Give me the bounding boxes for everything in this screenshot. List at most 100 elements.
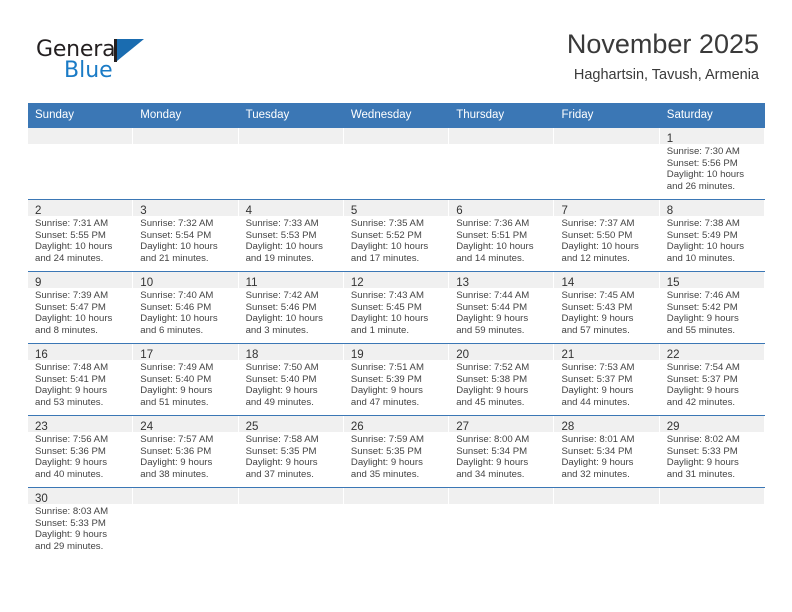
day-details: Sunrise: 7:52 AM Sunset: 5:38 PM Daylight:… [449,360,554,408]
day-details: Sunrise: 8:02 AM Sunset: 5:33 PM Daylight:… [660,432,765,480]
calendar-day-cell[interactable]: 2 Sunrise: 7:31 AM Sunset: 5:55 PM Daylight… [28,199,134,272]
calendar-day-cell[interactable]: 25 Sunrise: 7:58 AM Sunset: 5:35 PM Dayligh… [238,415,344,488]
calendar-day-cell[interactable]: 14 Sunrise: 7:45 AM Sunset: 5:43 PM Dayligh… [554,271,660,344]
sunrise-text: Sunrise: 7:53 AM [561,362,635,373]
calendar-day-cell[interactable]: 23 Sunrise: 7:56 AM Sunset: 5:36 PM Dayligh… [28,415,134,488]
calendar-day-cell[interactable]: 4 Sunrise: 7:33 AM Sunset: 5:53 PM Daylight… [238,199,344,272]
daylight-text-line2: and 37 minutes. [245,468,314,480]
daylight-text-line2: and 10 minutes. [666,252,736,264]
calendar-day-cell[interactable]: 12 Sunrise: 7:43 AM Sunset: 5:45 PM Dayligh… [343,271,450,344]
day-details: Sunrise: 7:40 AM Sunset: 5:46 PM Daylight:… [133,288,238,336]
day-number: 5 [350,205,358,217]
day-number: 18 [245,349,259,361]
calendar-day-cell[interactable]: 15 Sunrise: 7:46 AM Sunset: 5:42 PM Dayligh… [659,271,766,344]
calendar-day-cell[interactable]: 7 Sunrise: 7:37 AM Sunset: 5:50 PM Daylight… [554,199,660,272]
calendar-cell-empty [238,487,344,560]
day-details: Sunrise: 7:45 AM Sunset: 5:43 PM Daylight:… [554,288,659,336]
weekday-header-tuesday: Tuesday [238,103,344,128]
day-box [554,488,660,560]
day-box: 2 Sunrise: 7:31 AM Sunset: 5:55 PM Daylight… [28,200,134,271]
calendar-day-cell[interactable]: 6 Sunrise: 7:36 AM Sunset: 5:51 PM Daylight… [449,199,555,272]
sunset-text: Sunset: 5:38 PM [456,373,528,385]
day-number: 6 [456,205,463,217]
calendar-day-cell[interactable]: 20 Sunrise: 7:52 AM Sunset: 5:38 PM Dayligh… [449,343,555,416]
daylight-text-line1: Daylight: 9 hours [561,457,634,469]
calendar-day-cell[interactable]: 17 Sunrise: 7:49 AM Sunset: 5:40 PM Dayligh… [133,343,239,416]
daylight-text-line1: Daylight: 9 hours [350,385,423,397]
sunset-text: Sunset: 5:43 PM [561,301,633,313]
daylight-text-line2: and 24 minutes. [35,252,104,264]
calendar-week-row: 1 Sunrise: 7:30 AM Sunset: 5:56 PM Daylight… [28,127,766,200]
day-details: Sunrise: 7:53 AM Sunset: 5:37 PM Daylight:… [554,360,659,408]
day-box: 7 Sunrise: 7:37 AM Sunset: 5:50 PM Daylight… [554,200,660,271]
calendar-cell-empty [343,487,450,560]
calendar-day-cell[interactable]: 9 Sunrise: 7:39 AM Sunset: 5:47 PM Daylight… [28,271,134,344]
day-number-band [554,488,660,504]
sunset-text: Sunset: 5:40 PM [245,373,317,385]
calendar-day-cell[interactable]: 11 Sunrise: 7:42 AM Sunset: 5:46 PM Dayligh… [238,271,344,344]
daylight-text-line2: and 55 minutes. [666,324,736,336]
day-number: 23 [35,421,48,433]
calendar-day-cell[interactable]: 29 Sunrise: 8:02 AM Sunset: 5:33 PM Dayligh… [659,415,766,488]
day-number: 21 [561,349,575,361]
calendar-cell-empty [28,127,134,200]
calendar-day-cell[interactable]: 16 Sunrise: 7:48 AM Sunset: 5:41 PM Dayligh… [28,343,134,416]
calendar-day-cell[interactable]: 24 Sunrise: 7:57 AM Sunset: 5:36 PM Dayligh… [133,415,239,488]
sunset-text: Sunset: 5:34 PM [561,445,633,457]
day-box: 18 Sunrise: 7:50 AM Sunset: 5:40 PM Dayligh… [238,344,344,415]
page-header: General Blue November 2025 Haghartsin, T… [0,0,792,103]
day-number: 20 [456,349,469,361]
day-details: Sunrise: 7:59 AM Sunset: 5:35 PM Daylight:… [344,432,449,480]
day-number-band: 24 [133,416,239,433]
weekday-header-thursday: Thursday [449,103,555,128]
day-box [28,128,134,199]
calendar-day-cell[interactable]: 8 Sunrise: 7:38 AM Sunset: 5:49 PM Daylight… [659,199,766,272]
calendar-cell-empty [238,127,344,200]
general-blue-logo[interactable]: General Blue [36,38,166,88]
calendar-day-cell[interactable]: 30 Sunrise: 8:03 AM Sunset: 5:33 PM Dayligh… [28,487,134,560]
day-number-band [449,128,555,144]
sunrise-text: Sunrise: 8:03 AM [35,506,109,517]
day-details: Sunrise: 7:35 AM Sunset: 5:52 PM Daylight:… [344,216,449,264]
calendar-day-cell[interactable]: 13 Sunrise: 7:44 AM Sunset: 5:44 PM Dayligh… [449,271,555,344]
daylight-text-line2: and 53 minutes. [35,396,104,408]
calendar-day-cell[interactable]: 3 Sunrise: 7:32 AM Sunset: 5:54 PM Daylight… [133,199,239,272]
daylight-text-line2: and 34 minutes. [456,468,525,480]
day-number-band: 6 [449,200,555,217]
day-number: 26 [350,421,364,433]
day-number: 2 [35,205,42,217]
sunrise-text: Sunrise: 7:31 AM [35,218,109,229]
calendar-day-cell[interactable]: 27 Sunrise: 8:00 AM Sunset: 5:34 PM Dayligh… [449,415,555,488]
calendar-day-cell[interactable]: 5 Sunrise: 7:35 AM Sunset: 5:52 PM Daylight… [343,199,450,272]
day-number: 29 [666,421,680,433]
daylight-text-line2: and 59 minutes. [456,324,525,336]
calendar-day-cell[interactable]: 28 Sunrise: 8:01 AM Sunset: 5:34 PM Dayligh… [554,415,660,488]
sunrise-text: Sunrise: 7:33 AM [245,218,319,229]
daylight-text-line1: Daylight: 9 hours [245,457,318,469]
day-number-band [133,128,239,144]
daylight-text-line2: and 17 minutes. [350,252,420,264]
calendar-day-cell[interactable]: 18 Sunrise: 7:50 AM Sunset: 5:40 PM Dayligh… [238,343,344,416]
calendar-day-cell[interactable]: 21 Sunrise: 7:53 AM Sunset: 5:37 PM Dayligh… [554,343,660,416]
day-number: 13 [456,277,469,289]
sunrise-text: Sunrise: 7:59 AM [350,434,424,445]
calendar-day-cell[interactable]: 26 Sunrise: 7:59 AM Sunset: 5:35 PM Dayligh… [343,415,450,488]
day-box: 26 Sunrise: 7:59 AM Sunset: 5:35 PM Dayligh… [343,416,450,487]
day-number: 22 [666,349,680,361]
calendar-day-cell[interactable]: 1 Sunrise: 7:30 AM Sunset: 5:56 PM Daylight… [659,127,766,200]
page-title: November 2025 [566,29,759,59]
sunrise-text: Sunrise: 8:02 AM [666,434,740,445]
sunset-text: Sunset: 5:33 PM [35,517,106,529]
calendar-day-cell[interactable]: 22 Sunrise: 7:54 AM Sunset: 5:37 PM Dayligh… [659,343,766,416]
daylight-text-line2: and 26 minutes. [666,180,736,192]
day-number-band: 22 [659,344,766,361]
day-details: Sunrise: 7:48 AM Sunset: 5:41 PM Daylight:… [28,360,133,408]
calendar-day-cell[interactable]: 10 Sunrise: 7:40 AM Sunset: 5:46 PM Dayligh… [133,271,239,344]
calendar-day-cell[interactable]: 19 Sunrise: 7:51 AM Sunset: 5:39 PM Dayligh… [343,343,450,416]
day-box: 6 Sunrise: 7:36 AM Sunset: 5:51 PM Daylight… [449,200,555,271]
sunset-text: Sunset: 5:42 PM [666,301,738,313]
daylight-text-line1: Daylight: 9 hours [140,457,213,469]
sunset-text: Sunset: 5:33 PM [666,445,738,457]
daylight-text-line1: Daylight: 10 hours [140,313,218,325]
sunset-text: Sunset: 5:37 PM [666,373,738,385]
